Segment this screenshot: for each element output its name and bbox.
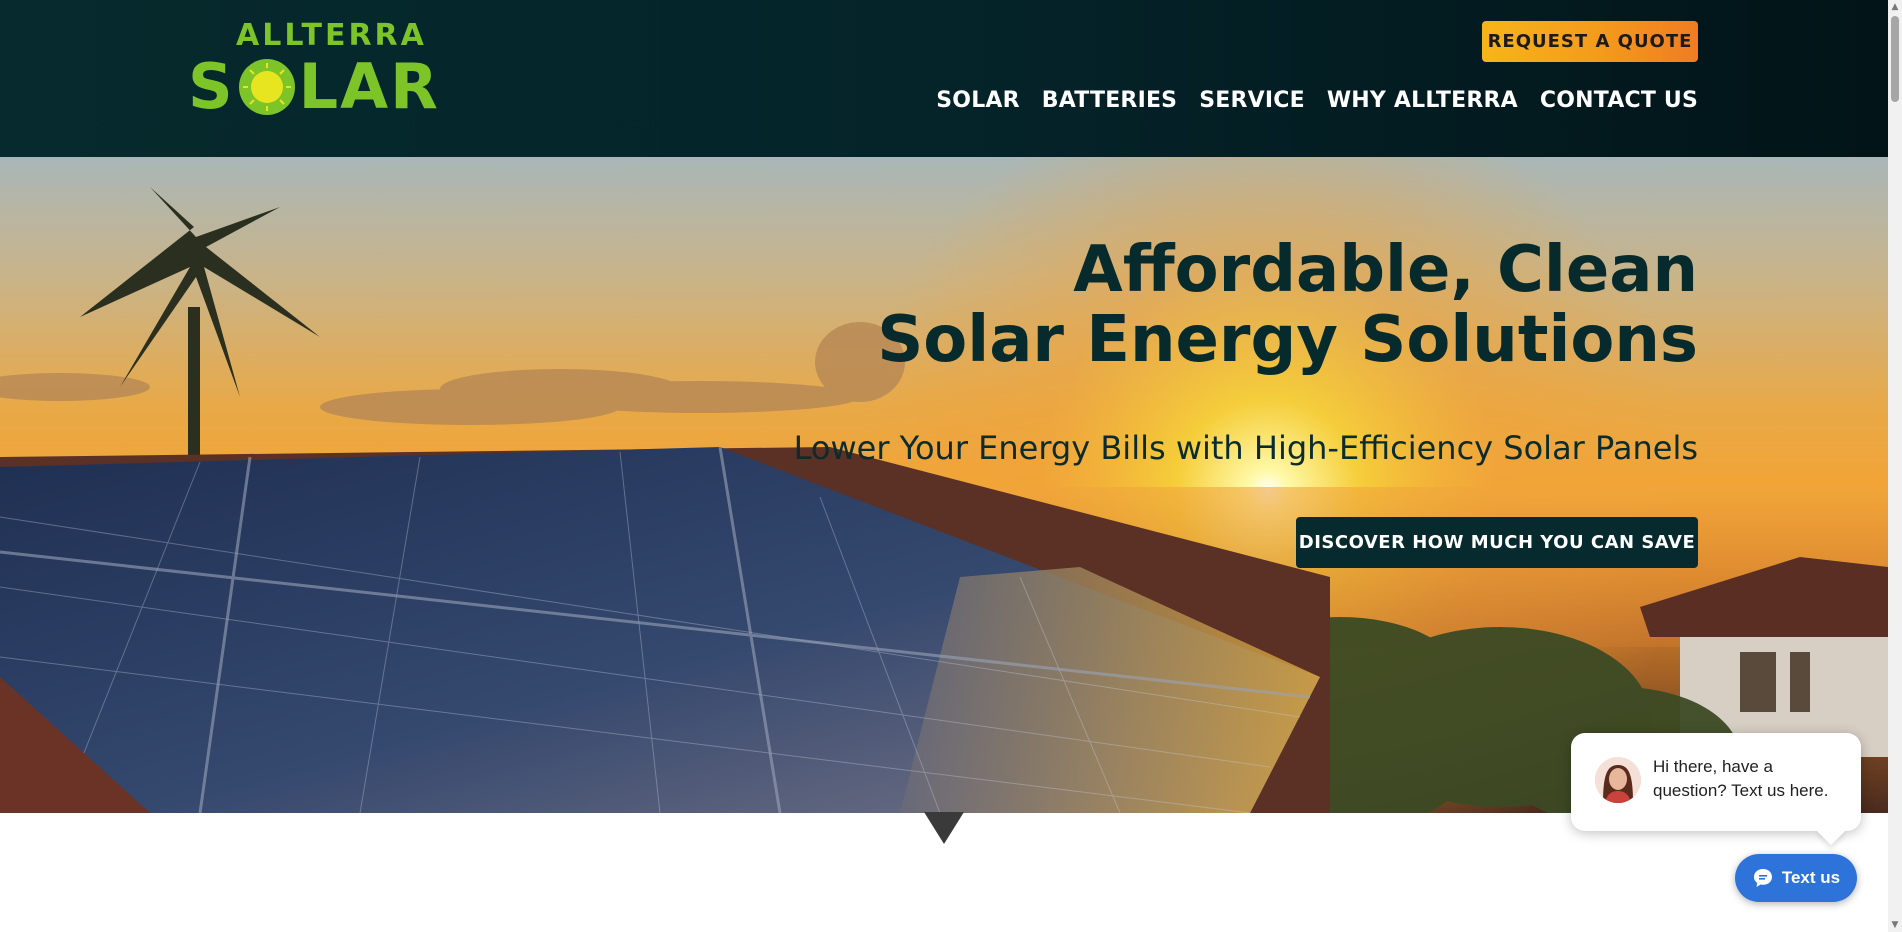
- chat-icon: [1753, 869, 1772, 887]
- logo-main: S LAR: [188, 48, 440, 126]
- allterra-solar-logo[interactable]: ALLTERRA S LAR: [188, 18, 468, 118]
- nav-solar[interactable]: SOLAR: [936, 88, 1020, 113]
- chat-greeting-bubble[interactable]: Hi there, have a question? Text us here.: [1571, 733, 1861, 831]
- nav-batteries[interactable]: BATTERIES: [1042, 88, 1177, 113]
- chat-greeting-text: Hi there, have a question? Text us here.: [1653, 757, 1829, 800]
- nav-contact-us[interactable]: CONTACT US: [1540, 88, 1698, 113]
- agent-avatar: [1595, 757, 1641, 803]
- text-us-button[interactable]: Text us: [1735, 854, 1857, 902]
- logo-lar: LAR: [298, 50, 440, 123]
- scroll-thumb[interactable]: [1891, 16, 1899, 102]
- site-header: ALLTERRA S LAR REQUEST A QUOTE SOLAR BAT…: [0, 0, 1888, 157]
- discover-savings-button[interactable]: DISCOVER HOW MUCH YOU CAN SAVE: [1296, 517, 1698, 568]
- hero-title-line-1: Affordable, Clean: [1073, 233, 1698, 307]
- page: ALLTERRA S LAR REQUEST A QUOTE SOLAR BAT…: [0, 0, 1902, 932]
- scroll-up-arrow-icon[interactable]: ▲: [1888, 0, 1902, 14]
- hero-banner: Affordable, Clean Solar Energy Solutions…: [0, 157, 1888, 813]
- nav-why-allterra[interactable]: WHY ALLTERRA: [1327, 88, 1518, 113]
- hero-subtitle: Lower Your Energy Bills with High-Effici…: [793, 429, 1698, 467]
- agent-avatar-icon: [1595, 757, 1641, 803]
- main-nav: SOLAR BATTERIES SERVICE WHY ALLTERRA CON…: [936, 88, 1698, 113]
- request-quote-button[interactable]: REQUEST A QUOTE: [1482, 21, 1698, 62]
- text-us-label: Text us: [1781, 868, 1841, 887]
- scroll-down-arrow-icon[interactable]: ▼: [1888, 918, 1902, 932]
- sun-icon: [238, 59, 295, 115]
- hero-bottom-notch: [924, 812, 964, 844]
- hero-title-line-2: Solar Energy Solutions: [877, 303, 1698, 377]
- nav-service[interactable]: SERVICE: [1199, 88, 1305, 113]
- hero-title: Affordable, Clean Solar Energy Solutions: [877, 235, 1698, 375]
- logo-s: S: [188, 50, 235, 123]
- page-scrollbar[interactable]: ▲ ▼: [1888, 0, 1902, 932]
